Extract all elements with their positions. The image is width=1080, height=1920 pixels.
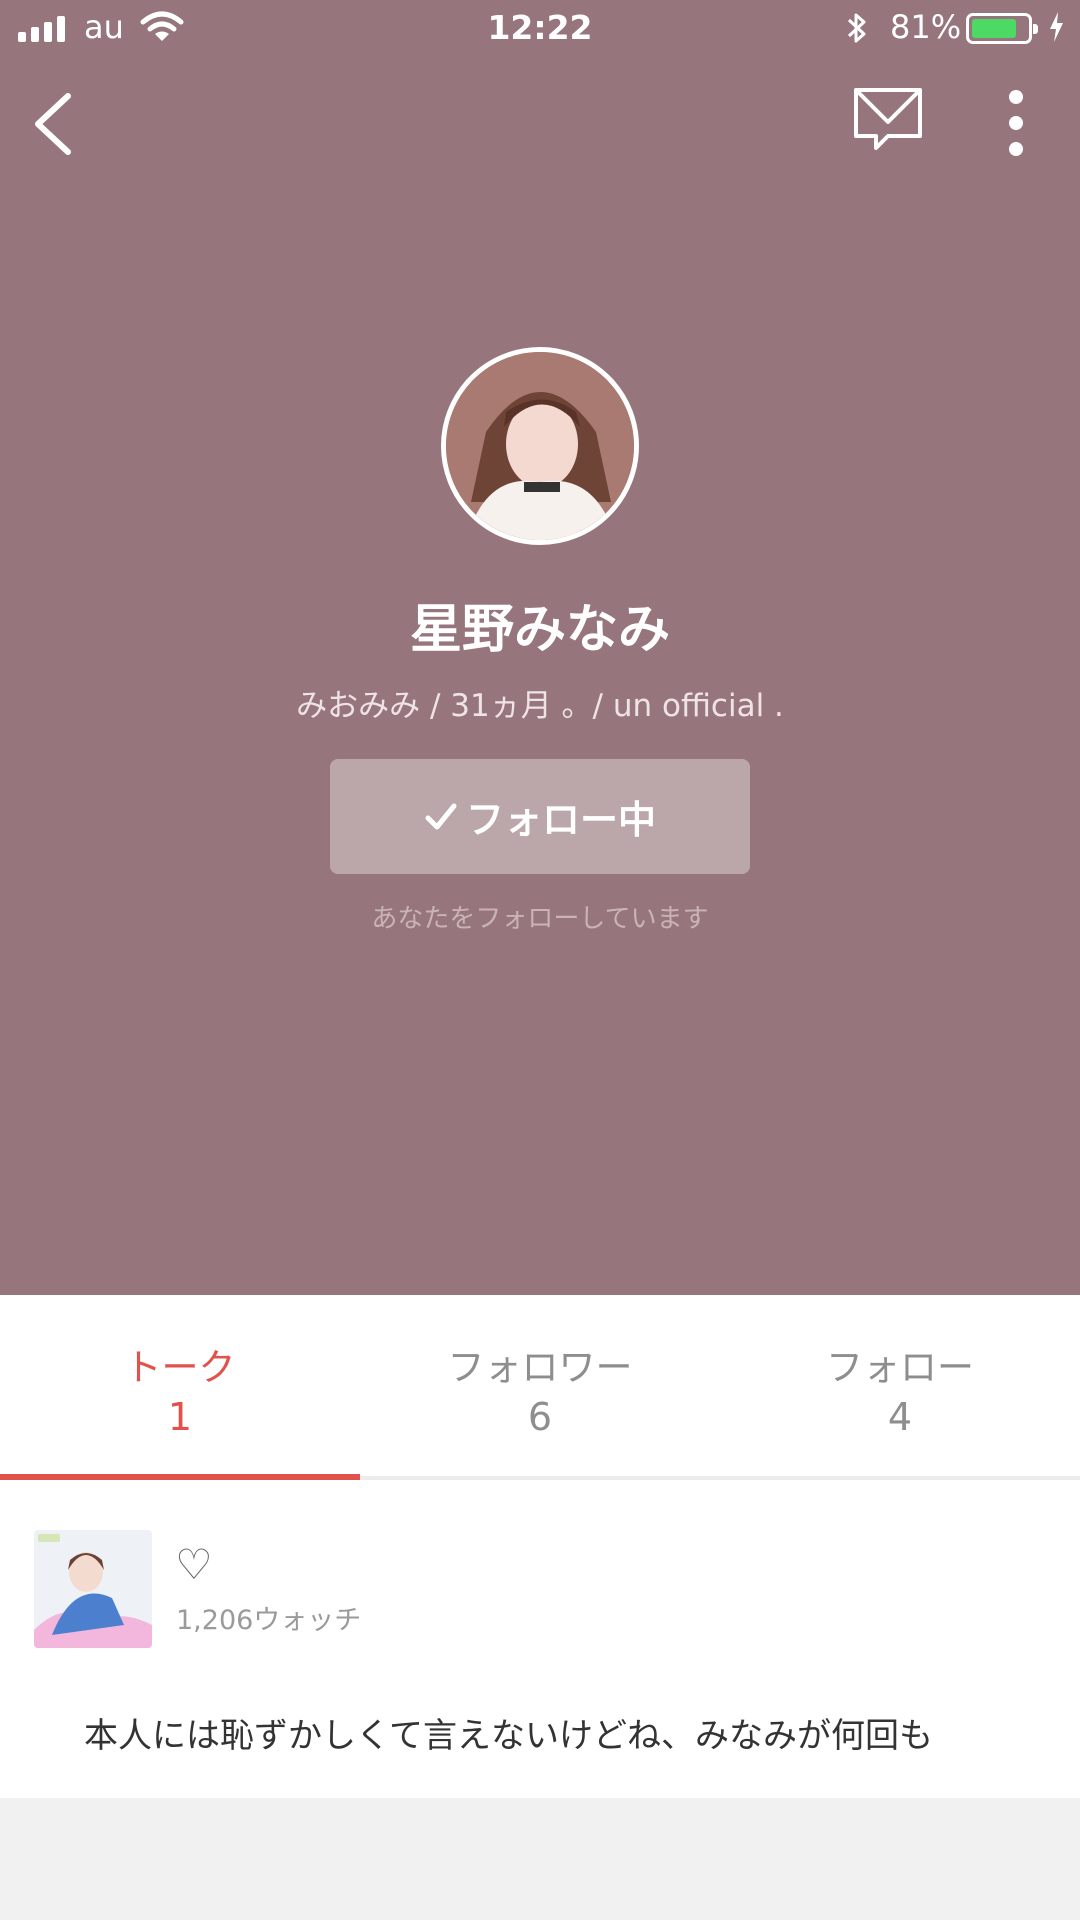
back-button[interactable] — [28, 88, 84, 160]
talk-post[interactable]: ♡ 1,206ウォッチ 本人には恥ずかしくて言えないけどね、みなみが何回も — [0, 1480, 1080, 1798]
bluetooth-icon — [847, 13, 866, 43]
status-bar: au 12:22 81% — [0, 0, 1080, 56]
tab-talk-count: 1 — [167, 1395, 193, 1439]
chevron-left-icon — [35, 93, 71, 155]
profile-name: 星野みなみ — [409, 600, 670, 660]
battery-percentage: 81% — [890, 8, 962, 46]
following-button[interactable]: フォロー中 — [330, 759, 750, 874]
profile-tagline: みおみみ / 31ヵ月 。/ un official . — [296, 688, 784, 724]
tab-talk-label: トーク — [124, 1346, 236, 1389]
avatar-photo-icon — [446, 352, 634, 540]
charging-bolt-icon — [1050, 12, 1063, 42]
tab-following[interactable]: フォロー 4 — [720, 1295, 1080, 1476]
battery-icon — [966, 13, 1038, 44]
profile-tabs: トーク 1 フォロワー 6 フォロー 4 — [0, 1295, 1080, 1480]
envelope-icon — [854, 88, 922, 150]
following-button-label: フォロー中 — [465, 800, 656, 842]
more-vertical-icon — [1009, 90, 1023, 156]
tab-following-count: 4 — [887, 1395, 913, 1439]
post-text-preview: 本人には恥ずかしくて言えないけどね、みなみが何回も — [84, 1716, 933, 1756]
profile-header: au 12:22 81% 星野みなみ みおみみ / 31ヵ月 。/ un off… — [0, 0, 1080, 1295]
tab-following-label: フォロー — [826, 1346, 974, 1389]
message-button[interactable] — [852, 86, 924, 154]
follows-you-note: あなたをフォローしています — [371, 904, 709, 934]
check-icon — [425, 803, 457, 829]
watch-count: 1,206ウォッチ — [176, 1605, 362, 1636]
post-thumbnail-photo-icon — [34, 1530, 152, 1648]
post-thumbnail[interactable] — [34, 1530, 152, 1648]
tab-followers[interactable]: フォロワー 6 — [360, 1295, 720, 1476]
tab-followers-label: フォロワー — [447, 1346, 633, 1389]
tab-talk[interactable]: トーク 1 — [0, 1295, 360, 1480]
battery-nub — [1033, 24, 1038, 34]
like-heart-icon[interactable]: ♡ — [175, 1540, 213, 1589]
more-options-button[interactable] — [994, 88, 1034, 158]
profile-avatar — [441, 347, 639, 545]
tab-followers-count: 6 — [527, 1395, 553, 1439]
battery-fill — [972, 19, 1016, 38]
